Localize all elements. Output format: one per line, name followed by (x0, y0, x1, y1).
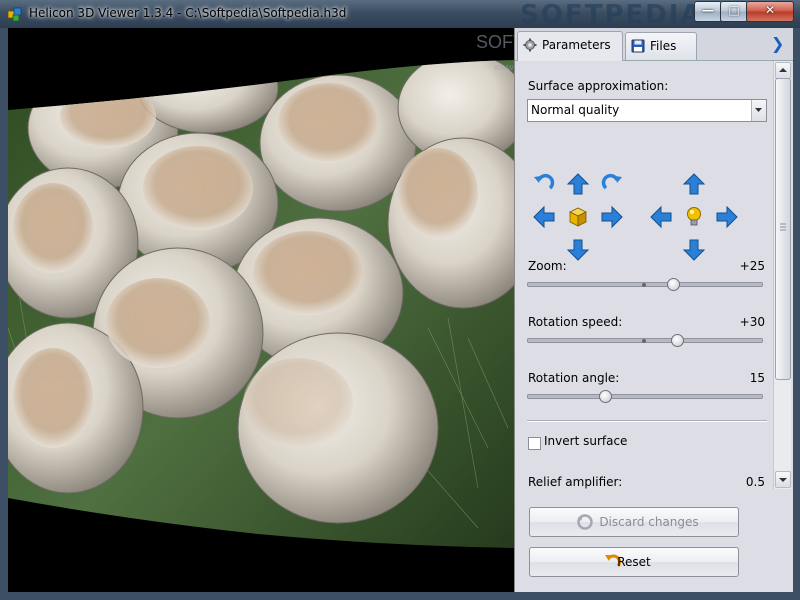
viewer-watermark: SOFTPEDIA (476, 32, 514, 52)
tab-files[interactable]: Files (625, 32, 697, 60)
parameters-scrollbar[interactable] (773, 61, 791, 489)
separator (527, 420, 767, 422)
surface-approximation-label: Surface approximation: (528, 79, 669, 93)
chevron-up-icon (779, 68, 787, 72)
surface-approximation-select[interactable]: Normal quality (527, 99, 767, 122)
scroll-up-button[interactable] (775, 62, 791, 79)
reset-button[interactable]: Reset (529, 547, 739, 577)
scrollbar-thumb[interactable] (775, 78, 791, 380)
rotation-speed-slider-thumb[interactable] (671, 334, 685, 347)
arrow-right-icon[interactable] (600, 205, 624, 229)
chevron-down-icon (755, 108, 762, 112)
surface-approximation-value: Normal quality (531, 103, 620, 117)
tab-parameters[interactable]: Parameters (517, 31, 623, 61)
arrow-left-icon[interactable] (532, 205, 556, 229)
3d-viewport[interactable]: SOFTPEDIA www.softpedia.com (8, 28, 514, 592)
maximize-button[interactable]: □ (720, 1, 748, 22)
app-icon (7, 7, 22, 22)
maximize-icon: □ (728, 3, 740, 17)
parameters-content: Surface approximation: Normal quality Zo… (515, 61, 773, 489)
tab-bar: Parameters Files ❯ (515, 28, 793, 61)
tab-files-label: Files (650, 39, 677, 53)
rotate-right-icon[interactable] (600, 172, 624, 196)
rotate-left-icon[interactable] (532, 172, 556, 196)
chevron-right-icon[interactable]: ❯ (771, 34, 784, 53)
rotation-angle-value: 15 (749, 371, 765, 385)
grip-icon (780, 223, 786, 231)
window-frame-bottom (0, 592, 800, 600)
tab-parameters-label: Parameters (542, 38, 611, 52)
minimize-icon: — (702, 3, 714, 17)
relief-amplifier-label: Relief amplifier: (528, 475, 623, 489)
minimize-button[interactable]: — (694, 1, 722, 22)
side-panel: Parameters Files ❯ Surface approximation… (514, 28, 793, 592)
invert-surface-checkbox[interactable] (528, 437, 541, 450)
window-frame-left (0, 28, 8, 600)
gear-icon (523, 38, 537, 52)
relief-amplifier-value: 0.5 (745, 475, 765, 489)
light-arrow-right-icon[interactable] (715, 205, 739, 229)
scroll-down-button[interactable] (775, 471, 791, 488)
light-bulb-icon[interactable] (682, 205, 706, 229)
invert-surface-label[interactable]: Invert surface (544, 434, 627, 448)
reset-label: Reset (617, 555, 651, 569)
window-frame-right (792, 28, 800, 600)
floppy-disk-icon (631, 39, 645, 53)
rotation-angle-slider-thumb[interactable] (598, 390, 612, 403)
zoom-slider-thumb[interactable] (666, 278, 680, 291)
arrow-down-icon[interactable] (566, 238, 590, 262)
zoom-value: +25 (739, 259, 765, 273)
window-title: Helicon 3D Viewer 1.3.4 - C:\Softpedia\S… (29, 6, 347, 20)
viewer-watermark-url: www.softpedia.com (493, 62, 514, 72)
3d-surface-render: SOFTPEDIA www.softpedia.com (8, 32, 514, 548)
discard-changes-label: Discard changes (599, 515, 699, 529)
title-bar[interactable]: Helicon 3D Viewer 1.3.4 - C:\Softpedia\S… (0, 0, 800, 30)
rotation-speed-label: Rotation speed: (528, 315, 623, 329)
zoom-slider-center-mark (642, 283, 646, 287)
titlebar-watermark: SOFTPEDIA (520, 0, 703, 30)
close-button[interactable]: ✕ (746, 1, 794, 22)
rotation-angle-slider-track[interactable] (527, 394, 763, 399)
light-arrow-down-icon[interactable] (682, 238, 706, 262)
light-arrow-left-icon[interactable] (649, 205, 673, 229)
light-arrow-up-icon[interactable] (682, 172, 706, 196)
cube-icon[interactable] (566, 205, 590, 229)
rotation-speed-value: +30 (739, 315, 765, 329)
chevron-down-icon (779, 478, 787, 482)
rotation-speed-slider-center-mark (642, 339, 646, 343)
rotation-angle-label: Rotation angle: (528, 371, 620, 385)
dropdown-button[interactable] (751, 100, 766, 121)
zoom-label: Zoom: (528, 259, 567, 273)
close-icon: ✕ (764, 3, 776, 17)
discard-changes-button[interactable]: Discard changes (529, 507, 739, 537)
arrow-up-icon[interactable] (566, 172, 590, 196)
